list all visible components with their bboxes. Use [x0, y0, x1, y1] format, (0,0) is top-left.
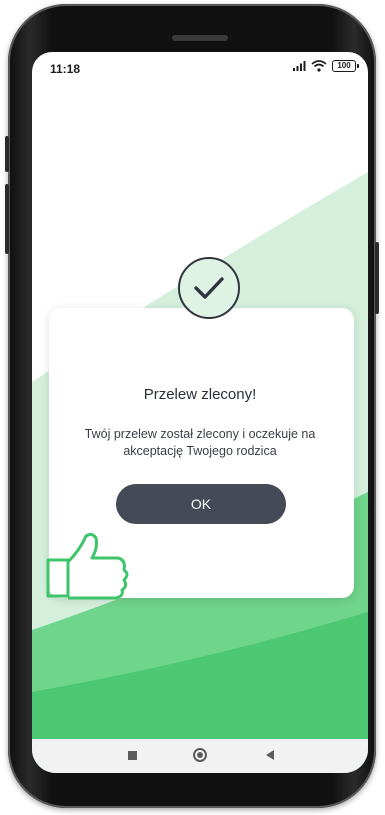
thumbs-up-icon — [46, 532, 129, 600]
dialog-title: Przelew zlecony! — [143, 386, 257, 403]
status-icons: 100 — [292, 60, 359, 72]
status-bar: 11:18 100 — [32, 52, 368, 84]
battery-icon: 100 — [332, 60, 359, 72]
side-button-right — [375, 242, 379, 314]
dialog-message: Twój przelew został zlecony i oczekuje n… — [84, 427, 316, 458]
earpiece-speaker — [172, 35, 228, 41]
navigation-bar — [32, 739, 368, 773]
checkmark-icon — [178, 257, 240, 319]
power-button-left — [5, 184, 9, 254]
wifi-icon — [311, 60, 327, 72]
volume-button-left — [5, 136, 9, 172]
back-icon[interactable] — [266, 750, 274, 760]
ok-button[interactable]: OK — [116, 484, 286, 524]
home-icon[interactable] — [193, 748, 207, 762]
signal-icon — [293, 61, 306, 71]
recents-icon[interactable] — [128, 751, 137, 760]
phone-screen: 11:18 100 Przelew zlecony! Twój przelew … — [32, 52, 368, 773]
status-time: 11:18 — [50, 62, 81, 76]
phone-frame: 11:18 100 Przelew zlecony! Twój przelew … — [5, 4, 379, 808]
battery-level: 100 — [337, 61, 351, 70]
